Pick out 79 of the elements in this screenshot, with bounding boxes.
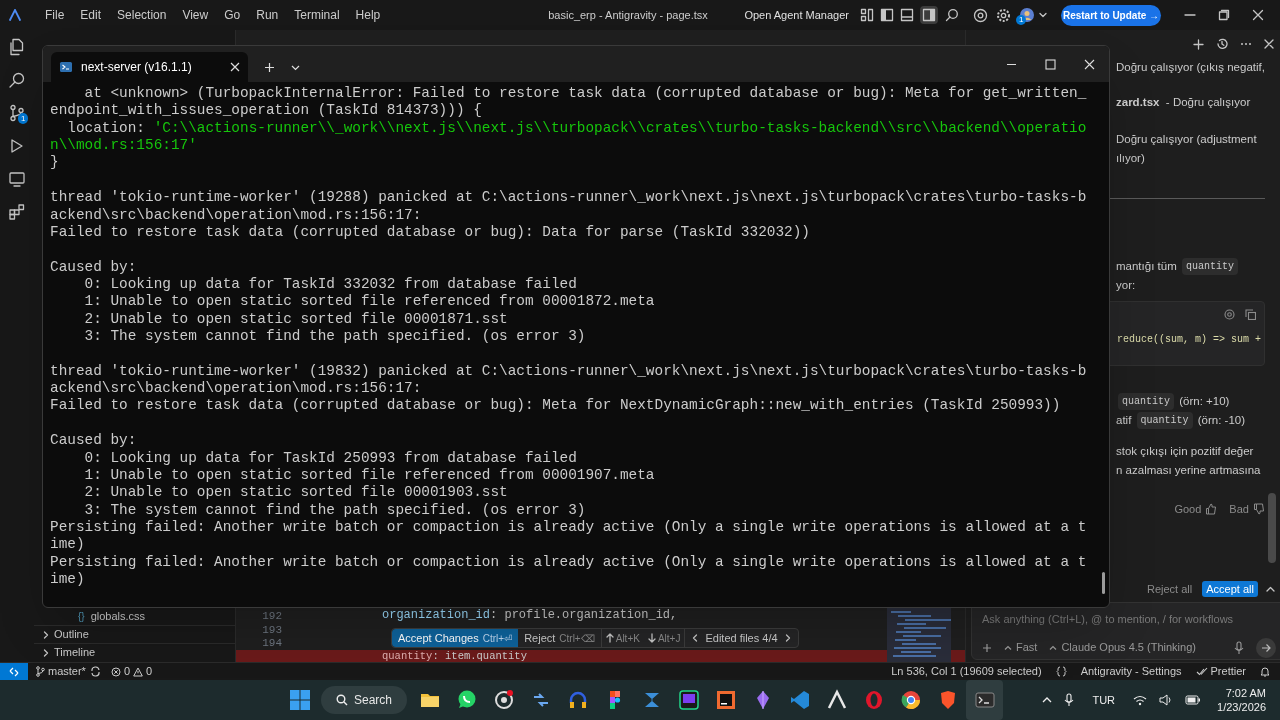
chat-text: yor:	[1116, 277, 1137, 293]
edited-files-label: Edited files 4/4	[705, 630, 778, 646]
chat-text: atif quantity (örn: -10)	[1116, 411, 1265, 430]
agent-manager-link[interactable]: Open Agent Manager	[744, 6, 849, 24]
taskbar-clock[interactable]: 7:02 AM 1/23/2026	[1217, 686, 1266, 714]
window-title: basic_erp - Antigravity - page.tsx	[547, 7, 709, 23]
notification-badge: 1	[18, 113, 29, 124]
terminal-line: ime)	[50, 571, 85, 589]
previous-change-button[interactable]: Alt+K	[601, 629, 644, 647]
explorer-entry[interactable]: {} globals.css	[34, 607, 235, 625]
menu-item[interactable]: Help	[347, 6, 389, 24]
terminal-line: n\\mod.rs:156:17'	[50, 137, 197, 155]
branch-status[interactable]: master*	[36, 663, 86, 680]
terminal-line: 2: Unable to open static sorted file 00001871.sst	[83, 310, 508, 329]
terminal-line: endpoint_with_issues_operation (TaskId 814373))) {	[50, 102, 482, 120]
line-number: 193	[261, 623, 282, 639]
chat-text: Doğru çalışıyor (adjustment	[1116, 131, 1258, 147]
terminal-line: Caused by:	[50, 432, 137, 450]
formatter-status[interactable]: Prettier	[1195, 663, 1246, 680]
terminal-line: 1: Unable to open static sorted file referenced from 00001872.meta	[83, 293, 655, 311]
chat-text: ılıyor)	[1116, 150, 1146, 166]
terminal-tab[interactable]: next-server (v16.1.1)	[51, 52, 248, 82]
section-header[interactable]: Outline	[34, 625, 235, 643]
terminal-line: Persisting failed: Another write batch or compaction is already active (Only a single write operations is allowed at a t	[50, 519, 1087, 537]
mode-selector[interactable]: Fast	[1004, 639, 1038, 656]
chat-text: zard.tsx - Doğru çalışıyor	[1116, 94, 1252, 110]
chat-input-box[interactable]: Ask anything (Ctrl+L), @ to mention, / for workflows Fast Claude Opus 4.5 (Thinking)	[971, 602, 1280, 660]
notification-badge: 1	[1016, 15, 1027, 25]
taskbar-search[interactable]: Search	[321, 686, 407, 714]
menu-item[interactable]: Go	[216, 6, 249, 24]
chat-text: n azalması yerine artmasına	[1116, 462, 1262, 478]
bad-feedback-button[interactable]: Bad	[1229, 501, 1265, 518]
next-change-button[interactable]: Alt+J	[643, 629, 686, 647]
chat-text: quantity (örn: +10)	[1116, 392, 1265, 411]
terminal-line: 1: Unable to open static sorted file referenced from 00001907.meta	[83, 466, 655, 485]
settings-status[interactable]: Antigravity - Settings	[1080, 663, 1182, 680]
model-selector[interactable]: Claude Opus 4.5 (Thinking)	[1049, 639, 1196, 656]
chat-text: Doğru çalışıyor (çıkış negatif,	[1116, 59, 1265, 75]
code-line: quantity: item.quantity	[382, 650, 527, 662]
reject-button[interactable]: Reject Ctrl+⌫	[518, 629, 602, 647]
terminal-line: 3: The system cannot find the path specified. (os error 3)	[83, 501, 586, 519]
chat-text: stok çıkışı için pozitif değer	[1116, 443, 1255, 459]
terminal-line: Failed to restore task data (corrupted database or bug): Data for parse (TaskId 332032))	[50, 223, 810, 242]
good-feedback-button[interactable]: Good	[1174, 501, 1218, 518]
menu-item[interactable]: File	[37, 6, 73, 24]
chat-text: mantığı tüm quantity	[1116, 257, 1265, 276]
problems-status[interactable]: 0 0	[110, 663, 153, 680]
terminal-line: 0: Looking up data for TaskId 250993 from database failed	[83, 449, 577, 467]
terminal-line: 0: Looking up data for TaskId 332032 from database failed	[83, 275, 577, 294]
accept-changes-button[interactable]: Accept Changes Ctrl+⏎	[392, 629, 519, 647]
cursor-position[interactable]: Ln 536, Col 1 (19609 selected)	[891, 663, 1042, 680]
menu-item[interactable]: Edit	[72, 6, 110, 24]
code-line: organization_id: profile.organization_id,	[382, 607, 678, 624]
braces-icon: {}	[78, 608, 85, 624]
restart-update-button[interactable]: Restart to Update →	[1061, 4, 1161, 26]
terminal-line: Caused by:	[50, 258, 137, 276]
line-number: 194	[261, 636, 282, 652]
terminal-line: }	[50, 154, 59, 172]
terminal-line: Failed to restore task data (corrupted database or bug): Meta for NextDynamicGraph::new_with_entries (TaskId 250993))	[50, 397, 1061, 415]
terminal-line: ackend\src\backend\operation\mod.rs:156:17:	[50, 380, 422, 398]
terminal-line: at <unknown> (TurbopackInternalError: Failed to restore task data (corrupted database or bug): Meta for get_written_	[83, 85, 1087, 103]
accept-all-button[interactable]: Accept all	[1202, 580, 1258, 598]
keyboard-language[interactable]: TUR	[1092, 691, 1116, 709]
terminal-line: ime)	[50, 536, 85, 554]
menu-item[interactable]: Selection	[109, 6, 175, 24]
terminal-line: thread 'tokio-runtime-worker' (19288) panicked at C:\actions-runner\_work\next.js\next.js\turbopack\crates\turbo-tasks-b	[50, 189, 1087, 207]
terminal-line: thread 'tokio-runtime-worker' (19832) panicked at C:\actions-runner\_work\next.js\next.js\turbopack\crates\turbo-tasks-b	[50, 362, 1087, 381]
terminal-line: 2: Unable to open static sorted file 00001903.sst	[83, 484, 508, 502]
menu-item[interactable]: Run	[248, 6, 287, 24]
section-header[interactable]: Timeline	[34, 643, 235, 661]
code-line: reduce((sum, m) => sum +	[1117, 333, 1263, 347]
terminal-line: Persisting failed: Another write batch or compaction is already active (Only a single write operations is allowed at a t	[50, 553, 1087, 572]
line-number: 192	[261, 608, 282, 624]
terminal-line: 3: The system cannot find the path specified. (os error 3)	[83, 328, 586, 346]
terminal-line: location: 'C:\\actions-runner\\_work\\next.js\\next.js\\turbopack\\crates\\turbo-tasks-backend\\src\\backend\\operatio	[66, 119, 1087, 138]
reject-all-button[interactable]: Reject all	[1144, 580, 1195, 598]
menu-item[interactable]: Terminal	[286, 6, 348, 24]
menu-item[interactable]: View	[174, 6, 217, 24]
terminal-line: ackend\src\backend\operation\mod.rs:156:17:	[50, 206, 422, 224]
